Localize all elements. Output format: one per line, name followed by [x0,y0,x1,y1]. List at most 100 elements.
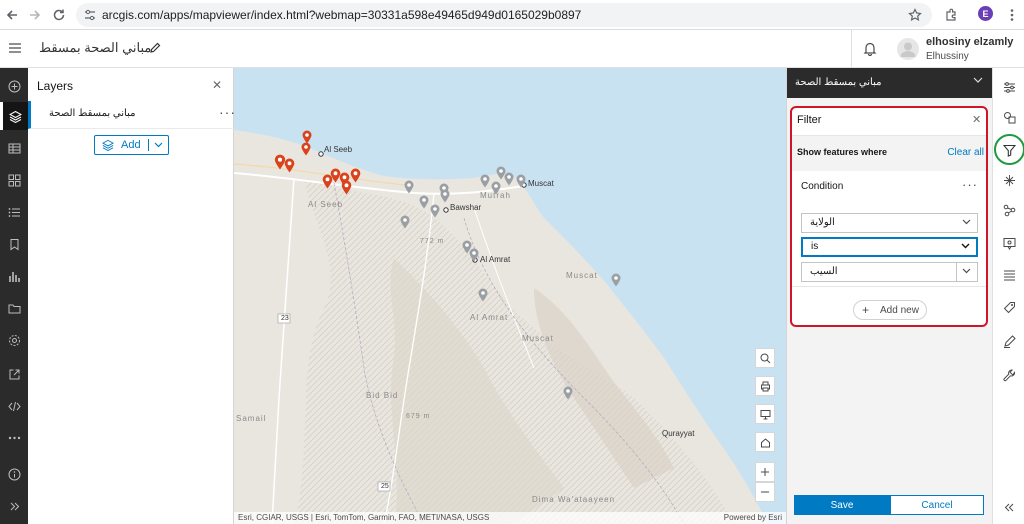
embed-code-icon[interactable] [0,392,28,420]
map-pin-gray[interactable] [516,174,526,188]
user-avatar[interactable] [897,38,919,60]
popups-icon[interactable] [993,228,1024,258]
map-pin-orange[interactable] [301,142,311,156]
bookmarks-icon[interactable] [0,230,28,258]
bar-chart-icon[interactable] [0,262,28,290]
map-pin-gray[interactable] [611,273,621,287]
monitor-icon [760,409,770,419]
map-label-muscat: Muscat [528,179,554,188]
app-header: مباني الصحة بمسقط elhosiny elzamly Elhus… [0,30,1024,68]
styles-shapes-icon[interactable] [993,102,1024,132]
condition-title: Condition [801,181,844,192]
map-pin-gray[interactable] [504,172,514,186]
url-text: arcgis.com/apps/mapviewer/index.html?web… [102,8,582,22]
edit-title-pencil-icon[interactable] [149,42,161,54]
add-layer-icon[interactable] [0,72,28,100]
map-pin-gray[interactable] [400,215,410,229]
site-settings-icon[interactable] [84,9,96,21]
road-shield-25: 25 [381,483,389,490]
map-pin-gray[interactable] [419,195,429,209]
map-pin-gray[interactable] [469,248,479,262]
aggregation-icon[interactable] [993,195,1024,225]
operator-select[interactable]: is [801,237,978,257]
map-pin-gray[interactable] [430,204,440,218]
attribution-text: Esri, CGIAR, USGS | Esri, TomTom, Garmin… [238,513,490,522]
header-divider [851,30,852,68]
chevron-down-icon[interactable] [962,268,971,274]
city-dot [318,151,324,157]
labels-tag-icon[interactable] [993,292,1024,322]
field-select[interactable]: الولاية [801,213,978,233]
properties-sliders-icon[interactable] [993,72,1024,102]
effects-sparkle-icon[interactable] [993,165,1024,195]
cancel-button[interactable]: Cancel [890,495,984,515]
add-layer-button[interactable]: Add [94,135,169,155]
chevron-down-icon[interactable] [154,142,163,148]
collapse-toolbar-icon[interactable] [993,492,1024,522]
profile-avatar[interactable]: E [978,6,993,21]
filter-header-bar: Show features where Clear all [792,135,986,171]
hamburger-menu-icon[interactable] [8,41,22,55]
chevron-down-icon[interactable] [973,77,983,84]
clear-all-link[interactable]: Clear all [947,147,984,158]
plus-icon [761,468,769,476]
zoom-in-button[interactable] [755,462,775,482]
back-icon[interactable] [2,5,22,25]
more-dots-icon[interactable] [0,424,28,452]
notifications-bell-icon[interactable] [863,41,877,56]
forward-icon[interactable] [25,5,45,25]
properties-panel: مباني بمسقط الصحة Filter ✕ Show features… [786,68,993,524]
tools-wrench-icon[interactable] [993,360,1024,390]
map-pin-gray[interactable] [563,386,573,400]
map-label-dima: Dima Wa'ataayeen [532,495,616,504]
charts-grid-icon[interactable] [0,166,28,194]
add-new-condition-button[interactable]: + Add new [853,300,927,320]
map-pin-gray[interactable] [478,288,488,302]
info-icon[interactable] [0,460,28,488]
filter-funnel-icon[interactable] [993,135,1024,165]
map-search-button[interactable] [755,348,775,368]
legend-list-icon[interactable] [0,198,28,226]
map-pin-gray[interactable] [491,181,501,195]
extensions-icon[interactable] [941,5,961,25]
map-pin-orange[interactable] [284,158,295,173]
map-home-button[interactable] [755,432,775,452]
map-label-al-seeb-region: Al Seeb [308,200,344,209]
map-pin-gray[interactable] [440,189,450,203]
bookmark-star-icon[interactable] [905,5,925,25]
condition-options-icon[interactable]: ··· [962,177,978,192]
layer-header[interactable]: مباني بمسقط الصحة [787,68,993,98]
sketch-pen-icon[interactable] [993,326,1024,356]
close-icon[interactable]: ✕ [212,78,222,92]
map-label-muscat-region: Muscat [566,271,598,280]
map-label-al-amrat: Al Amrat [480,255,511,264]
condition-card: Condition ··· الولاية is السيب [792,171,986,287]
value-combobox[interactable]: السيب [801,262,978,282]
map-view[interactable]: Al Seeb Al Seeb Muscat Mutrah Bawshar Al… [234,68,786,524]
layers-panel-title: Layers [37,79,74,93]
browser-menu-icon[interactable] [1002,5,1022,25]
close-icon[interactable]: ✕ [972,113,981,126]
layers-icon[interactable] [0,102,28,130]
folder-icon[interactable] [0,294,28,322]
fields-list-icon[interactable] [993,260,1024,290]
map-pin-gray[interactable] [480,174,490,188]
plus-icon: + [862,303,870,317]
expand-toolbar-icon[interactable] [0,492,28,520]
chevron-down-icon [961,243,970,249]
map-print-button[interactable] [755,376,775,396]
address-bar[interactable]: arcgis.com/apps/mapviewer/index.html?web… [76,3,932,27]
tables-icon[interactable] [0,134,28,162]
powered-by-esri[interactable]: Powered by Esri [724,513,782,522]
map-fullscreen-button[interactable] [755,404,775,424]
settings-gear-icon[interactable] [0,326,28,354]
reload-icon[interactable] [49,5,69,25]
map-label-bid-bid: Bid Bid [366,391,399,400]
map-pin-gray[interactable] [404,180,414,194]
layer-list-item[interactable]: مباني بمسقط الصحة ··· [28,101,235,129]
save-button[interactable]: Save [794,495,890,515]
map-pin-orange[interactable] [350,168,361,183]
zoom-out-button[interactable] [755,482,775,502]
user-name[interactable]: elhosiny elzamly [926,36,1013,48]
share-export-icon[interactable] [0,360,28,388]
